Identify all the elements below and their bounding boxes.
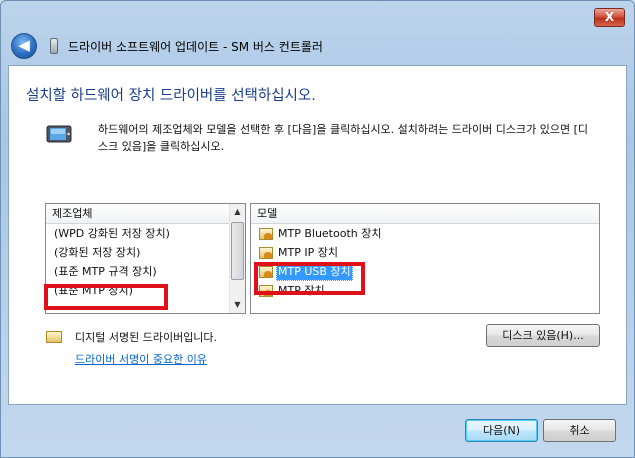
- model-label: MTP 장치: [278, 284, 325, 297]
- model-list[interactable]: 모델 MTP Bluetooth 장치 MTP IP 장치 MTP USB 장치…: [250, 203, 600, 314]
- model-list-header: 모델: [251, 204, 599, 224]
- signed-driver-icon: [46, 331, 62, 343]
- close-button[interactable]: X: [594, 8, 625, 27]
- window-title: 드라이버 소프트웨어 업데이트 - SM 버스 컨트롤러: [68, 40, 323, 54]
- page-heading: 설치할 하드웨어 장치 드라이버를 선택하십시오.: [26, 88, 316, 104]
- list-item-selected[interactable]: MTP USB 장치: [251, 262, 599, 281]
- next-button[interactable]: 다음(N): [465, 419, 538, 442]
- list-item[interactable]: (강화된 저장 장치): [46, 243, 245, 262]
- instruction-text: 하드웨어의 제조업체와 모델을 선택한 후 [다음]을 클릭하십시오. 설치하려…: [98, 123, 588, 153]
- have-disk-button[interactable]: 디스크 있음(H)...: [486, 324, 600, 347]
- model-label: MTP USB 장치: [276, 262, 353, 281]
- signature-info-link[interactable]: 드라이버 서명이 중요한 이유: [75, 351, 207, 367]
- model-label: MTP Bluetooth 장치: [278, 227, 382, 240]
- scroll-thumb[interactable]: [231, 222, 244, 280]
- signature-status: 디지털 서명된 드라이버입니다.: [75, 331, 218, 344]
- signed-driver-icon: [259, 246, 273, 259]
- hardware-device-icon: [46, 125, 72, 143]
- model-label: MTP IP 장치: [278, 246, 338, 259]
- usb-device-icon: [50, 38, 58, 54]
- cancel-button[interactable]: 취소: [543, 419, 616, 442]
- signed-driver-icon: [259, 227, 273, 240]
- list-item[interactable]: (표준 MTP 장치): [46, 281, 245, 300]
- manufacturer-list-header: 제조업체: [46, 204, 245, 224]
- list-item[interactable]: (표준 MTP 규격 장치): [46, 262, 245, 281]
- scroll-up-arrow-icon[interactable]: ▲: [230, 204, 245, 220]
- list-item[interactable]: MTP IP 장치: [251, 243, 599, 262]
- scroll-down-arrow-icon[interactable]: ▼: [230, 297, 245, 313]
- signed-driver-icon: [259, 265, 273, 278]
- manufacturer-scrollbar[interactable]: ▲ ▼: [229, 204, 245, 313]
- back-button[interactable]: ◀: [11, 33, 37, 59]
- list-item[interactable]: MTP Bluetooth 장치: [251, 224, 599, 243]
- signed-driver-icon: [259, 284, 273, 297]
- manufacturer-list[interactable]: 제조업체 (WPD 강화된 저장 장치) (강화된 저장 장치) (표준 MTP…: [45, 203, 246, 314]
- list-item[interactable]: (WPD 강화된 저장 장치): [46, 224, 245, 243]
- list-item[interactable]: MTP 장치: [251, 281, 599, 300]
